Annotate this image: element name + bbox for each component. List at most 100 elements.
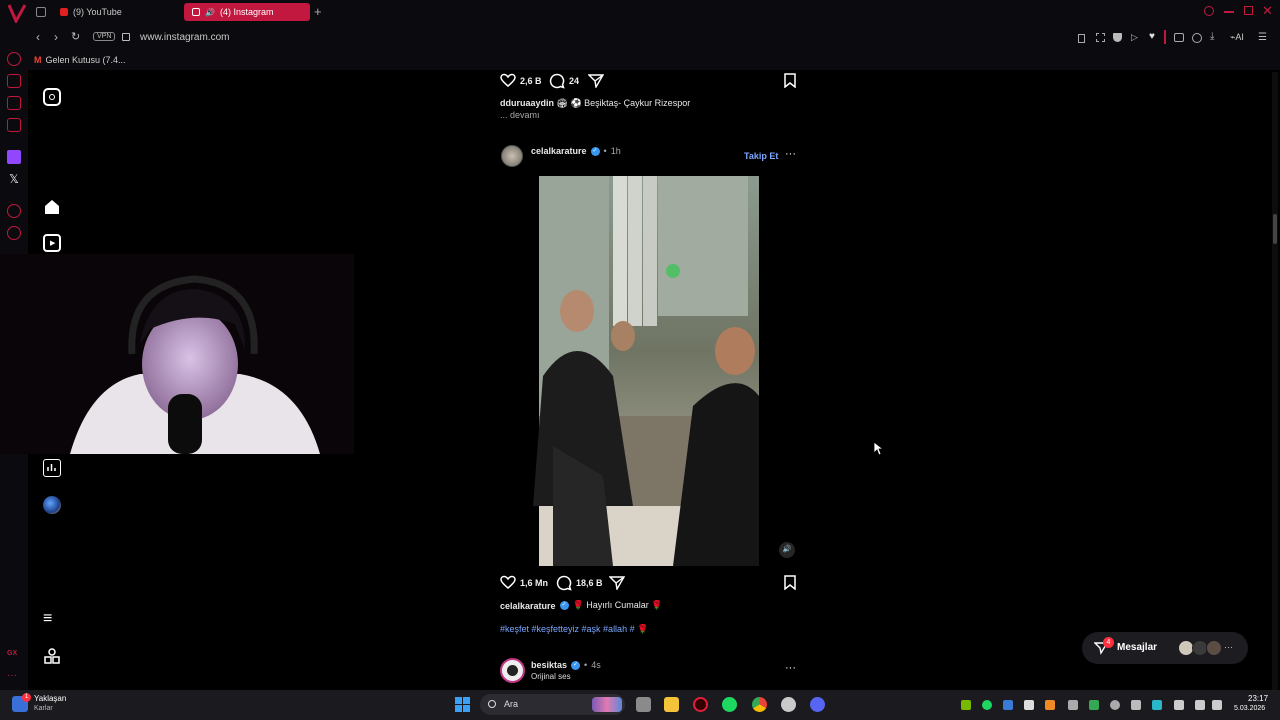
reels-icon[interactable]: ▶ xyxy=(43,234,61,252)
tray-display-icon[interactable] xyxy=(1195,700,1205,710)
messages-button[interactable]: 4 Mesajlar ··· xyxy=(1082,632,1248,664)
post-username[interactable]: celalkarature xyxy=(531,146,587,156)
sidebar-icon-3[interactable] xyxy=(7,96,21,110)
new-tab-button[interactable]: + xyxy=(314,4,322,19)
taskbar-search[interactable]: Ara xyxy=(480,694,625,715)
next-post-avatar[interactable] xyxy=(500,658,525,683)
prev-share-icon[interactable] xyxy=(588,73,604,88)
snapshot-icon[interactable] xyxy=(1096,33,1105,42)
post-options-icon[interactable]: ··· xyxy=(785,148,796,160)
tray-bluetooth-icon[interactable] xyxy=(1003,700,1013,710)
share-icon[interactable] xyxy=(609,575,625,590)
aria-ai-button[interactable]: ⌁AI xyxy=(1230,32,1244,43)
next-post-username[interactable]: besiktas xyxy=(531,660,567,670)
clock-time[interactable]: 23:17 xyxy=(1248,694,1268,703)
prev-more-link[interactable]: ... devamı xyxy=(500,110,540,120)
maximize-button[interactable] xyxy=(1244,6,1253,15)
tray-network-icon[interactable] xyxy=(1131,700,1141,710)
bookmark-icon[interactable] xyxy=(784,575,796,590)
sidebar-more-icon[interactable]: ··· xyxy=(7,670,21,684)
tray-mic-icon[interactable] xyxy=(1174,700,1184,710)
opera-logo[interactable] xyxy=(6,3,28,23)
tray-discord-icon[interactable] xyxy=(1024,700,1034,710)
follow-button[interactable]: Takip Et xyxy=(744,151,778,161)
reload-button[interactable]: ↻ xyxy=(71,30,80,43)
home-icon[interactable] xyxy=(43,198,61,216)
easy-setup-icon[interactable]: ☰ xyxy=(1258,32,1267,43)
tray-app-icon[interactable] xyxy=(1045,700,1055,710)
bookmark-gmail[interactable]: M Gelen Kutusu (7.4... xyxy=(34,55,126,65)
verified-icon: ✓ xyxy=(571,660,581,670)
weather-widget[interactable]: 1 Yaklaşan Karlar xyxy=(12,693,82,717)
history-icon[interactable] xyxy=(7,226,21,240)
extensions-icon[interactable] xyxy=(1174,33,1184,42)
post-avatar[interactable] xyxy=(501,145,523,167)
scrollbar-thumb[interactable] xyxy=(1273,214,1277,244)
steam-icon[interactable] xyxy=(781,697,796,712)
task-view-icon[interactable] xyxy=(636,697,651,712)
prev-caption: dduruaaydin 🏟 ⚽ Beşiktaş- Çaykur Rizespo… xyxy=(500,98,690,109)
forward-button[interactable]: › xyxy=(54,30,58,44)
chrome-icon[interactable] xyxy=(752,697,767,712)
next-post-options-icon[interactable]: ··· xyxy=(785,662,796,674)
shield-icon[interactable] xyxy=(1113,33,1122,42)
tray-steam-icon[interactable] xyxy=(1110,700,1120,710)
tab-youtube[interactable]: (9) YouTube xyxy=(52,3,180,21)
reel-video[interactable]: 🔊 xyxy=(493,176,805,566)
tab-instagram[interactable]: 🔊 (4) Instagram xyxy=(184,3,310,21)
tray-volume-icon[interactable] xyxy=(1212,700,1222,710)
pin-icon[interactable] xyxy=(1078,34,1085,43)
clock-date[interactable]: 5.03.2026 xyxy=(1234,705,1265,712)
next-post-audio[interactable]: Orijinal ses xyxy=(531,672,571,681)
file-explorer-icon[interactable] xyxy=(664,697,679,712)
prev-username[interactable]: dduruaaydin xyxy=(500,98,554,108)
sidebar-icon-2[interactable] xyxy=(7,74,21,88)
prev-bookmark-icon[interactable] xyxy=(784,73,796,88)
tray-defender-icon[interactable] xyxy=(1152,700,1162,710)
x-icon[interactable]: 𝕏 xyxy=(7,172,21,186)
volume-icon[interactable]: 🔊 xyxy=(779,542,795,558)
message-more-icon: ··· xyxy=(1224,642,1233,652)
post-hashtags[interactable]: #keşfet #keşfetteyiz #aşk #allah # 🌹 xyxy=(500,624,648,635)
sidebar-icon-1[interactable] xyxy=(7,52,21,66)
twitch-icon[interactable] xyxy=(7,150,21,164)
tray-play-icon[interactable] xyxy=(1089,700,1099,710)
comment-icon xyxy=(556,575,572,591)
menu-icon[interactable]: ≡ xyxy=(43,610,61,628)
prev-comment-button[interactable]: 24 xyxy=(549,73,579,89)
caption-username[interactable]: celalkarature xyxy=(500,601,556,611)
opera-taskbar-icon[interactable] xyxy=(693,697,708,712)
play-icon[interactable]: ▷ xyxy=(1131,32,1138,43)
tray-nvidia-icon[interactable] xyxy=(961,700,971,710)
minimize-button[interactable] xyxy=(1224,11,1234,13)
discord-icon[interactable] xyxy=(810,697,825,712)
like-button[interactable]: 1,6 Mn xyxy=(500,575,548,590)
url-field[interactable]: www.instagram.com xyxy=(140,32,229,43)
spotify-icon[interactable] xyxy=(722,697,737,712)
insights-icon[interactable] xyxy=(43,459,61,477)
prev-like-button[interactable]: 2,6 B xyxy=(500,73,542,88)
webcam-image xyxy=(0,254,354,454)
tray-chevron-icon[interactable] xyxy=(1068,700,1078,710)
tab-menu-icon[interactable] xyxy=(36,7,46,17)
sidebar-icon-4[interactable] xyxy=(7,118,21,132)
comment-button[interactable]: 18,6 B xyxy=(556,575,603,591)
instagram-icon[interactable] xyxy=(43,88,61,106)
profile-icon[interactable] xyxy=(1192,33,1202,43)
page-scrollbar[interactable] xyxy=(1272,72,1278,690)
tray-spotify-icon[interactable] xyxy=(982,700,992,710)
back-button[interactable]: ‹ xyxy=(36,30,40,44)
avatar[interactable] xyxy=(43,496,61,514)
close-button[interactable]: ✕ xyxy=(1262,3,1273,19)
heart-icon[interactable]: ♥ xyxy=(1149,31,1155,42)
download-icon[interactable]: ⤓ xyxy=(1210,31,1214,42)
vpn-badge[interactable]: VPN xyxy=(93,32,116,41)
gx-icon[interactable]: GX xyxy=(7,650,21,664)
post-caption: celalkarature ✓ 🌹 Hayırlı Cumalar 🌹 xyxy=(500,600,662,611)
speaker-icon[interactable]: 🔊 xyxy=(205,8,215,17)
windows-icon[interactable] xyxy=(455,697,471,713)
search-tabs-icon[interactable] xyxy=(1204,6,1214,16)
apps-icon[interactable] xyxy=(43,648,61,666)
lock-icon[interactable] xyxy=(122,33,130,41)
sidebar-icon-5[interactable] xyxy=(7,204,21,218)
